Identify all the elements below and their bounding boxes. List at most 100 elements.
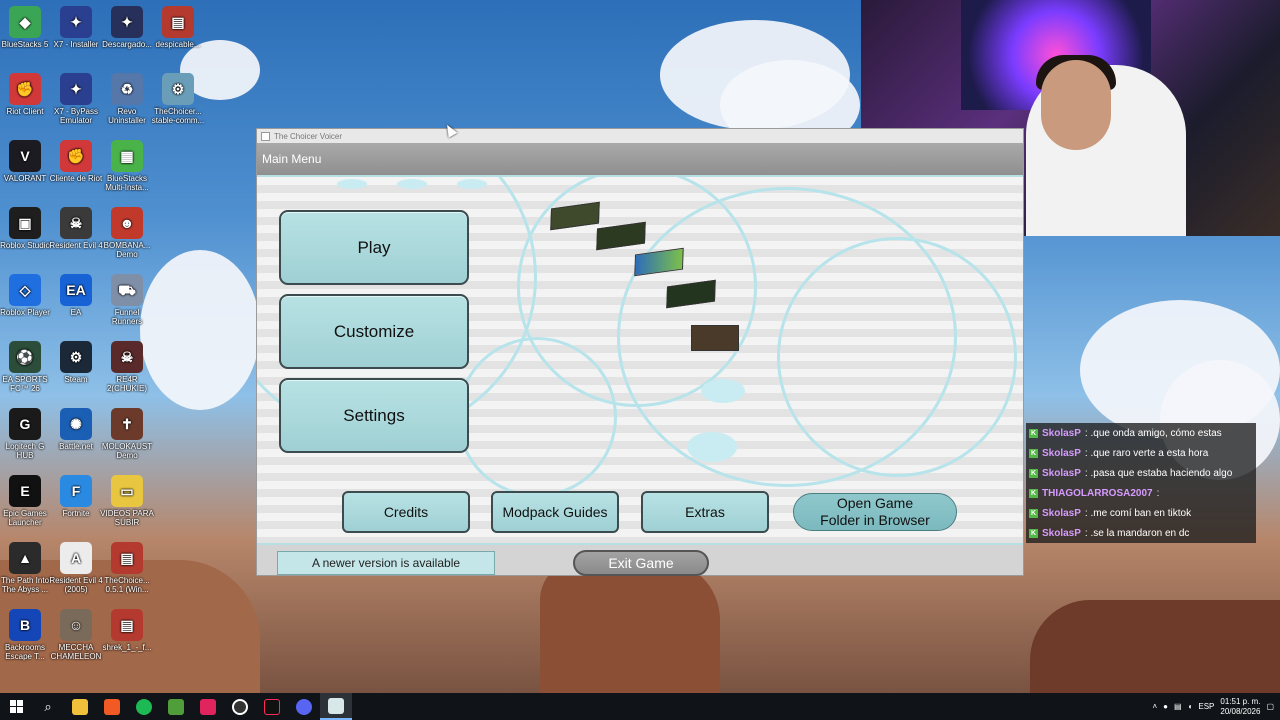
chat-text: : .se la mandaron en dc <box>1084 527 1190 539</box>
taskbar-discord[interactable] <box>288 693 320 720</box>
brave-icon <box>104 698 120 715</box>
network-icon[interactable]: ▤ <box>1174 702 1182 711</box>
app-icon: B <box>9 609 41 641</box>
taskbar-app-red[interactable] <box>192 693 224 720</box>
app-icon: ◇ <box>9 274 41 306</box>
desktop-icon[interactable]: ✺ Battle.net <box>49 408 103 451</box>
desktop-icon[interactable]: ⚙ TheChoicer... stable-comm... <box>151 73 205 125</box>
app-icon: ▦ <box>111 140 143 172</box>
update-notice[interactable]: A newer version is available <box>277 551 495 575</box>
taskbar-obs[interactable] <box>224 693 256 720</box>
open-folder-label-1: Open Game <box>836 495 914 511</box>
desktop-icon-label: despicable... <box>155 40 201 49</box>
desktop-icon-label: BlueStacks Multi-Insta... <box>105 174 149 192</box>
desktop-icon[interactable]: ♻ Revo Uninstaller <box>100 73 154 125</box>
desktop-icon[interactable]: ☻ BOMBANA... Demo <box>100 207 154 259</box>
modpack-guides-button[interactable]: Modpack Guides <box>491 491 619 533</box>
desktop-icon[interactable]: ✊ Cliente de Riot <box>49 140 103 183</box>
taskbar: ⌕ ˄ ● ▤ ◖ ESP 01:51 p. m. 20/08/2026 ▢ <box>0 693 1280 720</box>
app-icon: ▭ <box>111 475 143 507</box>
taskbar-tiktok[interactable] <box>256 693 288 720</box>
desktop-icon-label: Backrooms Escape T... <box>4 643 45 661</box>
desktop-icon[interactable]: ⚙ Steam <box>49 341 103 384</box>
desktop-icon[interactable]: ☠ Resident Evil 4 <box>49 207 103 250</box>
clock[interactable]: 01:51 p. m. 20/08/2026 <box>1220 697 1260 717</box>
decor-dot <box>701 379 745 403</box>
thumbnail-image <box>691 325 739 351</box>
extras-button[interactable]: Extras <box>641 491 769 533</box>
desktop-icon[interactable]: ☠ RE4R 2(CHUKIE) <box>100 341 154 393</box>
chevron-up-icon[interactable]: ˄ <box>1152 702 1157 711</box>
taskbar-file-explorer[interactable] <box>64 693 96 720</box>
app-icon: ▤ <box>111 542 143 574</box>
desktop-icon[interactable]: ✦ X7 - Installer <box>49 6 103 49</box>
settings-button[interactable]: Settings <box>279 378 469 453</box>
system-tray: ˄ ● ▤ ◖ ESP 01:51 p. m. 20/08/2026 ▢ <box>1152 693 1280 720</box>
chat-username: SkolasP <box>1042 527 1081 539</box>
desktop-icon[interactable]: ▤ despicable... <box>151 6 205 49</box>
main-menu-stage: Play Customize Settings Credits Modpack … <box>257 177 1023 543</box>
app-icon <box>261 131 270 141</box>
app-red-icon <box>200 698 216 715</box>
play-button[interactable]: Play <box>279 210 469 285</box>
taskbar-choicer-voicer[interactable] <box>320 693 352 720</box>
language-indicator[interactable]: ESP <box>1198 702 1214 711</box>
desktop-icon-label: BOMBANA... Demo <box>103 241 151 259</box>
desktop-icon[interactable]: E Epic Games Launcher <box>0 475 52 527</box>
desktop-icon[interactable]: A Resident Evil 4 (2005) <box>49 542 103 594</box>
start-button[interactable] <box>0 693 32 720</box>
desktop-icon-label: Roblox Player <box>0 308 50 317</box>
desktop-icon[interactable]: ▭ VIDEOS PARA SUBIR <box>100 475 154 527</box>
taskbar-brave[interactable] <box>96 693 128 720</box>
desktop-icon[interactable]: ✝ MOLOKAUST Demo <box>100 408 154 460</box>
notification-icon[interactable]: ▢ <box>1266 702 1274 711</box>
desktop-icon-label: MOLOKAUST Demo <box>101 442 153 460</box>
microphone-icon[interactable]: ● <box>1163 702 1168 711</box>
desktop-icon-label: MECCHA CHAMELEON <box>50 643 102 661</box>
customize-button[interactable]: Customize <box>279 294 469 369</box>
desktop-icon[interactable]: G Logitech G HUB <box>0 408 52 460</box>
speaker-icon[interactable]: ◖ <box>1188 702 1193 711</box>
desktop-icon[interactable]: ✦ X7 - ByPass Emulator <box>49 73 103 125</box>
desktop-icon[interactable]: ▣ Roblox Studio <box>0 207 52 250</box>
decor-dot <box>337 179 367 189</box>
chat-message: K SkolasP: .me comí ban en tiktok <box>1026 503 1256 523</box>
desktop-icon[interactable]: ◇ Roblox Player <box>0 274 52 317</box>
chat-message: K SkolasP: .que onda amigo, cómo estas <box>1026 423 1256 443</box>
exit-game-button[interactable]: Exit Game <box>573 550 709 576</box>
desktop-icon[interactable]: ▦ BlueStacks Multi-Insta... <box>100 140 154 192</box>
desktop-icon[interactable]: ⛟ Funnel Runners <box>100 274 154 326</box>
chat-text: : .que onda amigo, cómo estas <box>1084 427 1222 439</box>
app-icon: ⚙ <box>60 341 92 373</box>
open-game-folder-button[interactable]: Open Game Folder in Browser <box>793 493 957 531</box>
choicer-voicer-window: The Choicer Voicer Main Menu Play Custom… <box>256 128 1024 576</box>
desktop-icon[interactable]: F Fortnite <box>49 475 103 518</box>
app-icon: F <box>60 475 92 507</box>
app-icon: ✺ <box>60 408 92 440</box>
chat-message: K SkolasP: .pasa que estaba haciendo algo <box>1026 463 1256 483</box>
desktop-icon[interactable]: ✦ Descargado... <box>100 6 154 49</box>
desktop-icon-label: shrek_1_-_f... <box>102 643 152 652</box>
desktop-icon[interactable]: ▤ TheChoice... 0.5.1 (Win... <box>100 542 154 594</box>
desktop-icon[interactable]: ◆ BlueStacks 5 <box>0 6 52 49</box>
search-button[interactable]: ⌕ <box>32 693 64 720</box>
stream-chat: K SkolasP: .que onda amigo, cómo estas K Sk… <box>1026 423 1256 543</box>
desktop-icon[interactable]: B Backrooms Escape T... <box>0 609 52 661</box>
obs-icon <box>232 698 248 715</box>
credits-button[interactable]: Credits <box>342 491 470 533</box>
desktop-icon[interactable]: EA EA <box>49 274 103 317</box>
desktop-icon[interactable]: ✊ Riot Client <box>0 73 52 116</box>
app-icon: ✦ <box>60 6 92 38</box>
desktop-icon[interactable]: ▲ The Path Into The Abyss ... <box>0 542 52 594</box>
window-titlebar[interactable]: The Choicer Voicer <box>257 129 1023 143</box>
window-title: The Choicer Voicer <box>274 131 343 141</box>
desktop-icon-label: Resident Evil 4 <box>49 241 103 250</box>
taskbar-spotify[interactable] <box>128 693 160 720</box>
taskbar-minecraft[interactable] <box>160 693 192 720</box>
chat-message: K SkolasP: .se la mandaron en dc <box>1026 523 1256 543</box>
desktop-icon[interactable]: ☺ MECCHA CHAMELEON <box>49 609 103 661</box>
minecraft-icon <box>168 698 184 715</box>
desktop-icon[interactable]: ⚽ EA SPORTS FC™ 26 <box>0 341 52 393</box>
desktop-icon[interactable]: ▤ shrek_1_-_f... <box>100 609 154 652</box>
desktop-icon[interactable]: V VALORANT <box>0 140 52 183</box>
